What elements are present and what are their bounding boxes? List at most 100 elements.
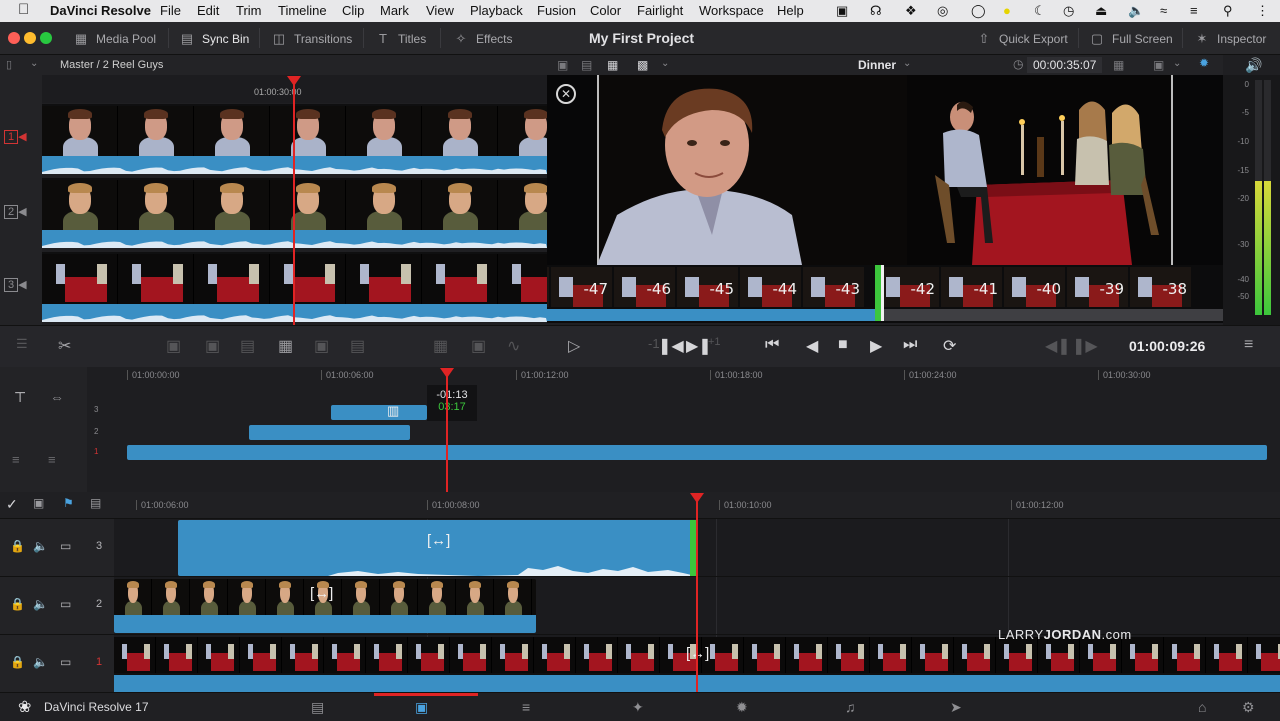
reverse-play-icon[interactable]: ◀ <box>806 336 818 356</box>
cut-page-icon[interactable]: ▣ <box>415 699 428 716</box>
ripple-overwrite-icon[interactable]: ▤ <box>240 336 255 356</box>
sync-image-icon[interactable]: ▣ <box>471 336 486 356</box>
wifi-icon[interactable]: ≈ <box>1160 3 1167 18</box>
menu-mark[interactable]: Mark <box>380 3 409 18</box>
menu-fusion[interactable]: Fusion <box>537 3 576 18</box>
full-screen-button[interactable]: ▢ Full Screen <box>1088 31 1173 47</box>
viewer-size-chevron-icon[interactable]: ⌄ <box>661 58 669 69</box>
fusion-page-icon[interactable]: ✦ <box>632 699 644 716</box>
effects-button[interactable]: ✧ Effects <box>452 31 513 47</box>
stop-icon[interactable]: ■ <box>838 336 848 354</box>
audio-toggle-icon[interactable]: 🔈 <box>33 539 48 553</box>
upper-timeline-playhead[interactable] <box>446 373 448 492</box>
mini-clip-track-3[interactable] <box>331 405 427 420</box>
lock-icon[interactable]: 🔒 <box>10 655 25 669</box>
viewer-grid-icon[interactable]: ▦ <box>607 58 618 72</box>
menu-fairlight[interactable]: Fairlight <box>637 3 683 18</box>
control-center-icon[interactable]: ≡ <box>1190 3 1198 18</box>
speaker-icon[interactable]: 🔊 <box>1245 57 1262 74</box>
eject-icon[interactable]: ⏏ <box>1095 3 1107 19</box>
upper-timeline-ruler[interactable]: 01:00:00:00 01:00:06:00 01:00:12:00 01:0… <box>127 367 1280 385</box>
media-page-icon[interactable]: ▤ <box>311 699 324 716</box>
smart-insert-icon[interactable]: ▣ <box>166 336 181 356</box>
play-icon[interactable]: ▶ <box>870 336 882 356</box>
place-on-top-icon[interactable]: ▣ <box>314 336 329 356</box>
track-height-icon[interactable]: ⊤ <box>14 389 26 406</box>
menu-clip[interactable]: Clip <box>342 3 364 18</box>
color-wheel-icon[interactable]: ✹ <box>1199 56 1209 70</box>
sync-track-1-label[interactable]: 1 ◀ <box>4 130 34 146</box>
close-viewer-icon[interactable]: ✕ <box>556 84 576 104</box>
sync-waveform-icon[interactable]: ∿ <box>507 336 520 356</box>
home-icon[interactable]: ⌂ <box>1198 699 1206 715</box>
viewer-layout-icon[interactable]: ▣ <box>557 58 568 72</box>
video-toggle-icon[interactable]: ▭ <box>60 597 71 611</box>
screen-record-icon[interactable]: ▣ <box>836 3 848 19</box>
menu-timeline[interactable]: Timeline <box>278 3 327 18</box>
go-to-start-icon[interactable]: ⏮ <box>765 336 779 354</box>
clock-icon[interactable]: ◷ <box>1063 3 1074 19</box>
globe-icon[interactable]: ◎ <box>937 3 948 19</box>
video-toggle-icon[interactable]: ▭ <box>60 655 71 669</box>
multicam-icon[interactable]: ▷ <box>568 336 580 356</box>
loop-icon[interactable]: ⟳ <box>943 336 956 356</box>
sync-bin-button[interactable]: ▤ Sync Bin <box>178 31 250 47</box>
transform-chevron-icon[interactable]: ⌄ <box>1173 58 1181 69</box>
main-playhead-head[interactable] <box>690 493 704 503</box>
edit-point-marker-icon[interactable]: [↔] <box>310 585 333 602</box>
titles-button[interactable]: T Titles <box>374 31 426 46</box>
menu-trim[interactable]: Trim <box>236 3 262 18</box>
prev-clip-icon[interactable]: ◀❚ <box>1045 336 1071 356</box>
viewer-canvas[interactable]: ✕ <box>547 75 1223 265</box>
audio-waveform-toggle-icon[interactable]: ⇔ <box>50 389 64 405</box>
close-window-button[interactable] <box>8 32 20 44</box>
media-pool-button[interactable]: ▦ Media Pool <box>72 31 156 47</box>
scissors-icon[interactable]: ✂ <box>58 336 71 356</box>
mini-clip-track-1[interactable] <box>127 445 1267 460</box>
timeline-timecode[interactable]: 01:00:09:26 <box>1129 338 1205 354</box>
menu-file[interactable]: File <box>160 3 181 18</box>
timeline-clip-track-3[interactable]: [↔] <box>178 520 696 576</box>
audio-toggle-icon[interactable]: 🔈 <box>33 597 48 611</box>
upper-playhead-head[interactable] <box>440 368 454 378</box>
menu-view[interactable]: View <box>426 3 454 18</box>
sidebar-toggle-icon[interactable]: ▯ <box>6 58 12 71</box>
lock-icon[interactable]: 🔒 <box>10 539 25 553</box>
menu-extras-icon[interactable]: ⋮ <box>1256 3 1269 19</box>
volume-icon[interactable]: 🔈 <box>1128 3 1144 19</box>
viewer-size-icon[interactable]: ▩ <box>637 58 648 72</box>
sync-bin-playhead-head[interactable] <box>287 76 301 86</box>
deliver-page-icon[interactable]: ➤ <box>950 699 962 716</box>
lock-icon[interactable]: 🔒 <box>10 597 25 611</box>
clip-name-chevron-icon[interactable]: ⌄ <box>903 58 911 69</box>
video-toggle-icon[interactable]: ▭ <box>60 539 71 553</box>
snooze-icon[interactable]: ☰ <box>16 336 28 352</box>
color-page-icon[interactable]: ✹ <box>736 699 748 716</box>
status-dot-icon[interactable]: ● <box>1003 3 1011 18</box>
fairlight-page-icon[interactable]: ♫ <box>845 699 856 715</box>
linked-selection-icon[interactable]: ▣ <box>33 496 44 510</box>
append-icon[interactable]: ▣ <box>205 336 220 356</box>
quick-export-button[interactable]: ⇧ Quick Export <box>975 31 1068 47</box>
viewer-mode-icon[interactable]: ▤ <box>581 58 592 72</box>
step-back-frame-icon[interactable]: ❚◀ <box>658 336 684 356</box>
flag-icon[interactable]: ⚑ <box>63 496 74 510</box>
settings-gear-icon[interactable]: ⚙ <box>1242 699 1255 716</box>
edit-page-icon[interactable]: ≡ <box>522 699 530 715</box>
moon-icon[interactable]: ☾ <box>1034 3 1046 19</box>
source-overwrite-icon[interactable]: ▤ <box>350 336 365 356</box>
creative-cloud-icon[interactable]: ☊ <box>870 3 882 19</box>
edit-point-marker-icon[interactable]: [↔] <box>427 532 450 549</box>
sync-bin-playhead[interactable] <box>293 80 295 325</box>
main-timeline-ruler[interactable]: 01:00:06:00 01:00:08:00 01:00:10:00 01:0… <box>136 492 1280 518</box>
sync-track-3-label[interactable]: 3 ◀ <box>4 278 34 294</box>
main-timeline-playhead[interactable] <box>696 498 698 692</box>
viewer-option-icon[interactable]: ▦ <box>1113 58 1124 72</box>
close-up-icon[interactable]: ▦ <box>278 336 293 356</box>
audio-toggle-icon[interactable]: 🔈 <box>33 655 48 669</box>
dropbox-icon[interactable]: ❖ <box>905 3 917 19</box>
menu-help[interactable]: Help <box>777 3 804 18</box>
options-menu-icon[interactable]: ≡ <box>1244 336 1253 354</box>
viewer-clip-name[interactable]: Dinner <box>858 58 896 72</box>
filmstrip-playhead[interactable] <box>881 265 884 321</box>
